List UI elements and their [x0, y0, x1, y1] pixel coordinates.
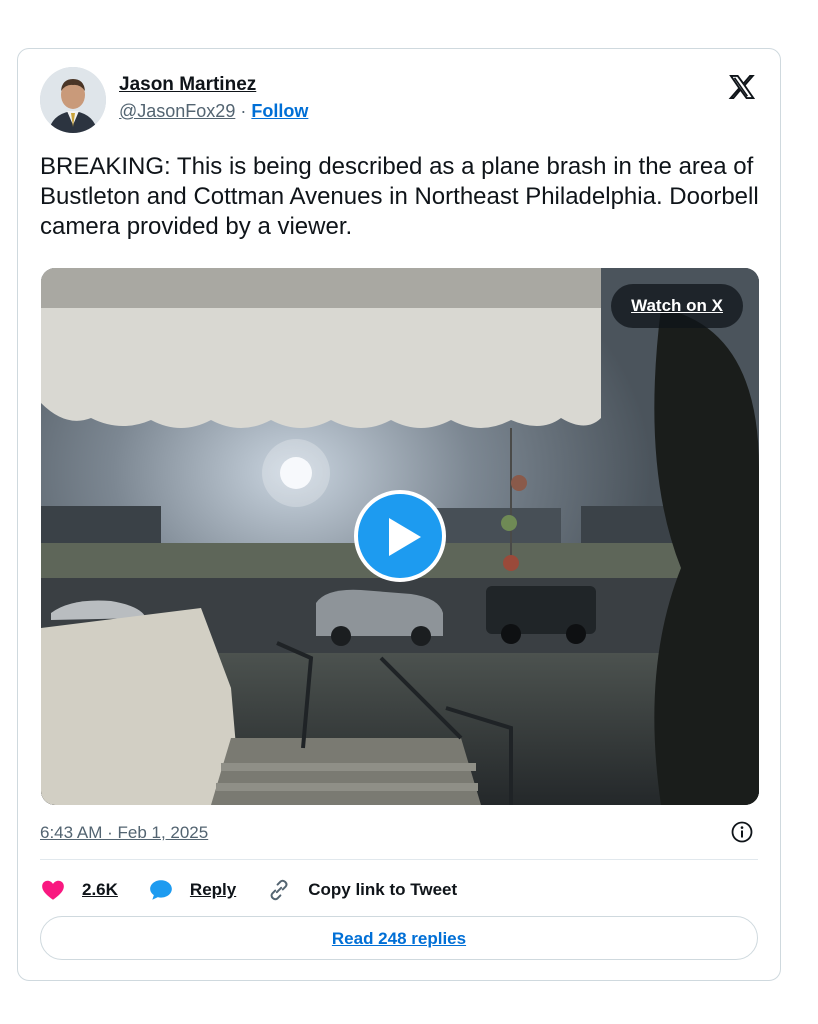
heart-icon — [42, 880, 64, 900]
link-icon — [270, 879, 288, 901]
x-logo-icon[interactable] — [728, 73, 756, 101]
video-player[interactable]: Watch on X — [41, 268, 759, 805]
separator-dot: · — [240, 101, 247, 121]
action-bar: 2.6K Reply Copy link to Tweet — [40, 875, 487, 905]
author-block: Jason Martinez @JasonFox29 · Follow — [119, 73, 308, 123]
like-button[interactable]: 2.6K — [40, 877, 118, 903]
author-handle-line: @JasonFox29 · Follow — [119, 99, 308, 123]
timestamp[interactable]: 6:43 AM · Feb 1, 2025 — [40, 823, 208, 843]
author-handle[interactable]: @JasonFox29 — [119, 101, 235, 121]
tweet-text: BREAKING: This is being described as a p… — [40, 153, 759, 240]
follow-link[interactable]: Follow — [251, 101, 308, 121]
speech-bubble-icon — [150, 880, 172, 900]
like-count: 2.6K — [82, 880, 118, 899]
info-icon[interactable] — [730, 820, 754, 844]
reply-label: Reply — [189, 880, 237, 899]
tweet-card: Jason Martinez @JasonFox29 · Follow BREA… — [17, 48, 781, 981]
copy-link-button[interactable]: Copy link to Tweet — [266, 877, 457, 903]
play-button[interactable] — [354, 490, 446, 582]
avatar[interactable] — [40, 67, 106, 133]
play-icon — [389, 518, 421, 556]
author-name[interactable]: Jason Martinez — [119, 73, 308, 97]
watch-on-x-button[interactable]: Watch on X — [611, 284, 743, 328]
copy-link-label: Copy link to Tweet — [308, 880, 458, 899]
reply-button[interactable]: Reply — [148, 877, 236, 903]
read-replies-button[interactable]: Read 248 replies — [40, 916, 758, 960]
divider — [40, 859, 758, 860]
